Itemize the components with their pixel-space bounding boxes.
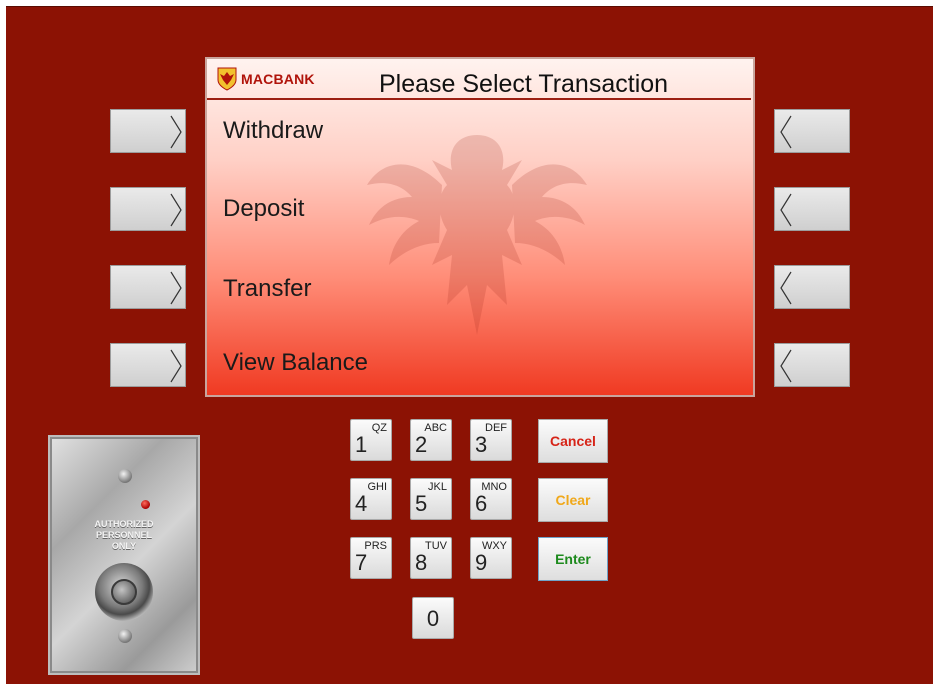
key-0[interactable]: 0 (412, 597, 454, 639)
chevron-right-icon (170, 115, 182, 149)
right-button-4[interactable] (774, 343, 850, 387)
enter-button[interactable]: Enter (538, 537, 608, 581)
key-4[interactable]: GHI 4 (350, 478, 392, 520)
key-digit: 9 (475, 550, 488, 575)
key-digit: 0 (426, 606, 440, 631)
left-button-1[interactable] (110, 109, 186, 153)
key-digit: 7 (355, 550, 368, 575)
chevron-left-icon (780, 271, 792, 305)
chevron-right-icon (170, 349, 182, 383)
key-lock[interactable] (95, 563, 153, 621)
key-digit: 6 (475, 491, 488, 516)
key-9[interactable]: WXY 9 (470, 537, 512, 579)
key-letters: ABC (424, 422, 447, 434)
key-digit: 2 (415, 432, 428, 457)
key-3[interactable]: DEF 3 (470, 419, 512, 461)
atm-screen: MACBANK Please Select Transaction Withdr… (205, 57, 755, 397)
right-button-2[interactable] (774, 187, 850, 231)
key-digit: 1 (355, 432, 368, 457)
authorized-key-plate: AUTHORIZED PERSONNEL ONLY (48, 435, 200, 675)
key-letters: GHI (367, 481, 387, 493)
key-digit: 3 (475, 432, 488, 457)
option-withdraw[interactable]: Withdraw (223, 117, 323, 145)
key-5[interactable]: JKL 5 (410, 478, 452, 520)
option-deposit[interactable]: Deposit (223, 195, 304, 223)
key-1[interactable]: QZ 1 (350, 419, 392, 461)
right-button-1[interactable] (774, 109, 850, 153)
plate-text-line-3: ONLY (111, 541, 137, 551)
title-divider (207, 98, 751, 100)
chevron-left-icon (780, 115, 792, 149)
key-7[interactable]: PRS 7 (350, 537, 392, 579)
left-button-3[interactable] (110, 265, 186, 309)
right-button-3[interactable] (774, 265, 850, 309)
bank-logo: MACBANK (217, 67, 315, 91)
screw-icon (118, 469, 132, 483)
plate-text-line-1: AUTHORIZED (94, 519, 154, 529)
plate-text-line-2: PERSONNEL (95, 530, 152, 540)
screw-icon (118, 629, 132, 643)
key-letters: PRS (364, 540, 387, 552)
left-button-2[interactable] (110, 187, 186, 231)
eagle-watermark-icon (367, 135, 587, 335)
key-8[interactable]: TUV 8 (410, 537, 452, 579)
bank-name: MACBANK (241, 71, 315, 87)
key-letters: JKL (428, 481, 447, 493)
key-letters: QZ (371, 422, 387, 434)
key-digit: 5 (415, 491, 428, 516)
screen-title: Please Select Transaction (379, 70, 669, 98)
chevron-right-icon (170, 271, 182, 305)
key-6[interactable]: MNO 6 (470, 478, 512, 520)
key-digit: 4 (355, 491, 368, 516)
key-2[interactable]: ABC 2 (410, 419, 452, 461)
chevron-left-icon (780, 349, 792, 383)
key-letters: DEF (485, 422, 507, 434)
option-view-balance[interactable]: View Balance (223, 349, 368, 377)
cancel-button[interactable]: Cancel (538, 419, 608, 463)
option-transfer[interactable]: Transfer (223, 275, 311, 303)
clear-button[interactable]: Clear (538, 478, 608, 522)
chevron-right-icon (170, 193, 182, 227)
key-letters: TUV (425, 540, 447, 552)
indicator-led (141, 500, 150, 509)
eagle-crest-icon (217, 67, 237, 91)
keyhole-icon (111, 579, 137, 605)
left-button-4[interactable] (110, 343, 186, 387)
key-digit: 8 (415, 550, 428, 575)
chevron-left-icon (780, 193, 792, 227)
